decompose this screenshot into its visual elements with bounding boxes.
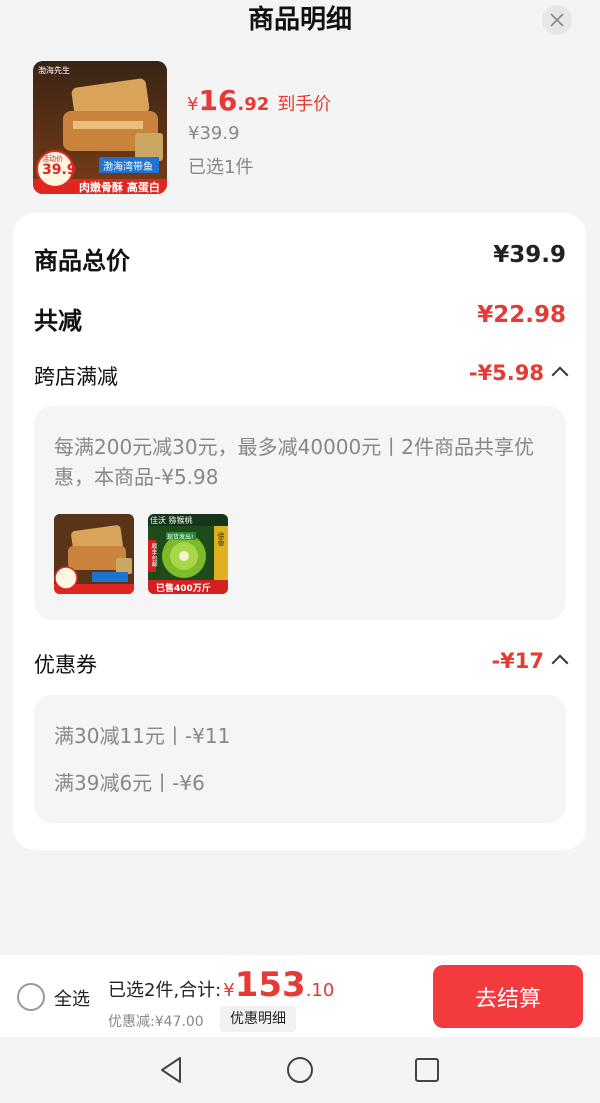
select-all-radio[interactable] xyxy=(17,983,45,1011)
cross-store-value: -¥5.98 xyxy=(468,361,544,385)
coupon-label: 优惠券 xyxy=(34,653,97,677)
chevron-up-icon xyxy=(551,654,569,672)
kiwi-top-text: 佳沃 猕猴桃 xyxy=(150,516,193,525)
reduce-value: ¥22.98 xyxy=(477,302,566,328)
sum-integer: 153 xyxy=(234,965,306,1005)
sum-currency: ¥ xyxy=(223,980,235,1001)
cross-store-desc: 每满200元减30元，最多减40000元丨2件商品共享优惠，本商品-¥5.98 xyxy=(54,435,534,489)
discount-text: 优惠减:¥47.00 xyxy=(108,1014,204,1030)
price-tag: 到手价 xyxy=(277,94,332,115)
total-value: ¥39.9 xyxy=(493,242,566,268)
selected-count: 已选1件 xyxy=(188,157,254,178)
kiwi-side-right-text: 徐香 xyxy=(217,532,225,546)
back-icon[interactable] xyxy=(158,1056,184,1084)
price-currency: ¥ xyxy=(187,94,199,115)
total-label: 商品总价 xyxy=(34,247,130,275)
sum-decimal: .10 xyxy=(305,980,335,1001)
brand-text: 渤海先生 xyxy=(38,66,70,75)
fish-label: 渤海湾带鱼 xyxy=(103,162,153,173)
cross-store-label: 跨店满减 xyxy=(34,365,118,389)
fish-mini-thumb[interactable] xyxy=(54,514,134,594)
reduce-label: 共减 xyxy=(34,307,82,335)
coupon-toggle[interactable]: -¥17 xyxy=(491,649,569,673)
ribbon-text: 肉嫩骨酥 高蛋白 xyxy=(79,181,160,194)
system-nav-bar xyxy=(0,1037,600,1103)
product-thumbnail: 渤海先生 活动价 39.9 渤海湾带鱼 肉嫩骨酥 高蛋白 xyxy=(33,61,167,194)
discount-detail-button[interactable]: 优惠明细 xyxy=(220,1006,296,1032)
coupon-panel: 满30减11元丨-¥11 满39减6元丨-¥6 xyxy=(34,695,566,823)
cross-store-toggle[interactable]: -¥5.98 xyxy=(468,361,569,385)
coupon-value: -¥17 xyxy=(491,649,544,673)
chevron-up-icon xyxy=(551,366,569,384)
final-price: ¥ 16 .92 到手价 xyxy=(187,84,331,120)
recents-icon[interactable] xyxy=(414,1057,440,1083)
cross-store-panel: 每满200元减30元，最多减40000元丨2件商品共享优惠，本商品-¥5.98 xyxy=(34,406,566,620)
close-icon xyxy=(550,13,564,27)
home-icon[interactable] xyxy=(286,1056,314,1084)
detail-card: 商品总价 ¥39.9 共减 ¥22.98 跨店满减 -¥5.98 每满200元减… xyxy=(13,213,586,850)
kiwi-mini-thumb[interactable]: 佳沃 猕猴桃 现货发出! 顺丰包邮 徐香 已售400万斤 xyxy=(148,514,228,594)
select-all-label[interactable]: 全选 xyxy=(54,985,90,1011)
badge-price-text: 39.9 xyxy=(42,162,77,178)
price-decimal: .92 xyxy=(237,94,270,115)
original-price: ¥39.9 xyxy=(188,123,240,144)
checkout-button[interactable]: 去结算 xyxy=(433,965,583,1028)
page-title: 商品明细 xyxy=(247,5,352,35)
summary-label: 已选2件,合计: xyxy=(108,980,222,1001)
price-integer: 16 xyxy=(198,84,238,117)
coupon-item: 满39减6元丨-¥6 xyxy=(54,771,205,795)
order-summary: 已选2件,合计: ¥ 153 .10 xyxy=(108,965,334,1005)
coupon-item: 满30减11元丨-¥11 xyxy=(54,724,231,748)
close-button[interactable] xyxy=(542,5,572,35)
kiwi-side-left-text: 顺丰包邮 xyxy=(150,543,157,567)
kiwi-sticker-text: 现货发出! xyxy=(167,534,194,541)
kiwi-sold-text: 已售400万斤 xyxy=(156,584,211,594)
